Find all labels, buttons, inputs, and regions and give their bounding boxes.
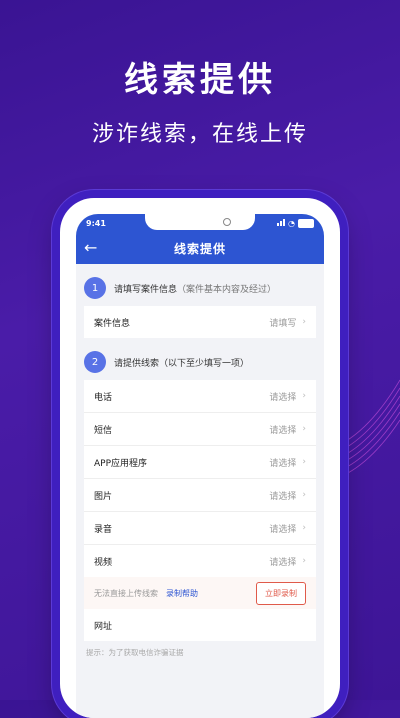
case-card: 案件信息 请填写 › <box>84 306 316 338</box>
status-icons: ◔ <box>277 218 314 228</box>
phone-mockup: 9:41 ◔ ← 线索提供 1 请填写案件信息（案件基本内容及经过） 案件信息 … <box>60 198 340 718</box>
url-label: 网址 <box>94 621 113 632</box>
clue-value: 请选择 <box>269 392 297 403</box>
clue-label: 图片 <box>94 491 113 502</box>
step-1-header: 1 请填写案件信息（案件基本内容及经过） <box>76 270 324 306</box>
clue-row-audio[interactable]: 录音 请选择 › <box>84 512 316 545</box>
chevron-right-icon: › <box>302 556 306 566</box>
clue-label: 视频 <box>94 557 113 568</box>
chevron-right-icon: › <box>302 490 306 500</box>
back-arrow-icon[interactable]: ← <box>84 238 97 257</box>
step-2-title: 请提供线索（以下至少填写一项） <box>114 358 250 369</box>
clue-label: 电话 <box>94 392 113 403</box>
step-2-number: 2 <box>84 351 106 373</box>
signal-icon <box>277 218 286 228</box>
url-card: 网址 <box>84 609 316 641</box>
page-title: 线索提供 <box>173 241 226 256</box>
chevron-right-icon: › <box>302 523 306 533</box>
tip-text: 提示：为了获取电信诈骗证据 <box>86 648 184 657</box>
clue-row-sms[interactable]: 短信 请选择 › <box>84 413 316 446</box>
step-1-number: 1 <box>84 277 106 299</box>
wifi-icon: ◔ <box>288 218 295 228</box>
clue-row-app[interactable]: APP应用程序 请选择 › <box>84 446 316 479</box>
case-info-label: 案件信息 <box>94 318 131 329</box>
hero-title: 线索提供 <box>124 60 276 100</box>
record-note: 无法直接上传线索 <box>94 588 158 598</box>
clue-value: 请选择 <box>269 491 297 502</box>
battery-icon <box>298 218 314 228</box>
phone-notch <box>145 214 255 230</box>
record-now-button[interactable]: 立即录制 <box>256 581 306 605</box>
url-row[interactable]: 网址 <box>84 609 316 641</box>
clue-row-video[interactable]: 视频 请选择 › <box>84 545 316 577</box>
record-help-link[interactable]: 录制帮助 <box>166 588 198 599</box>
record-row: 无法直接上传线索 录制帮助 立即录制 <box>84 577 316 609</box>
clue-value: 请选择 <box>269 524 297 535</box>
app-header: 9:41 ◔ ← 线索提供 <box>76 214 324 264</box>
step-1-text: 请填写案件信息（案件基本内容及经过） <box>114 282 276 295</box>
status-time: 9:41 <box>86 218 106 228</box>
camera-icon <box>223 218 231 226</box>
case-info-value: 请填写 <box>269 318 297 329</box>
clue-value: 请选择 <box>269 458 297 469</box>
clues-card: 电话 请选择 › 短信 请选择 › APP应用程序 请选择 › 图片 请选择 › 录音 … <box>84 380 316 577</box>
hero-subtitle: 涉诈线索，在线上传 <box>91 122 308 147</box>
clue-row-image[interactable]: 图片 请选择 › <box>84 479 316 512</box>
step-2-header: 2 请提供线索（以下至少填写一项） <box>76 344 324 380</box>
chevron-right-icon: › <box>302 424 306 434</box>
chevron-right-icon: › <box>302 457 306 467</box>
clue-label: APP应用程序 <box>94 458 148 469</box>
clue-row-phone[interactable]: 电话 请选择 › <box>84 380 316 413</box>
nav-bar: ← 线索提供 <box>76 232 324 264</box>
case-info-row[interactable]: 案件信息 请填写 › <box>84 306 316 338</box>
clue-value: 请选择 <box>269 557 297 568</box>
chevron-right-icon: › <box>302 317 306 327</box>
step-1-title: 请填写案件信息 <box>114 284 178 295</box>
clue-label: 录音 <box>94 524 113 535</box>
step-1-hint: （案件基本内容及经过） <box>177 284 277 295</box>
clue-value: 请选择 <box>269 425 297 436</box>
clue-label: 短信 <box>94 425 113 436</box>
chevron-right-icon: › <box>302 391 306 401</box>
app-screen: 9:41 ◔ ← 线索提供 1 请填写案件信息（案件基本内容及经过） 案件信息 … <box>76 214 324 718</box>
